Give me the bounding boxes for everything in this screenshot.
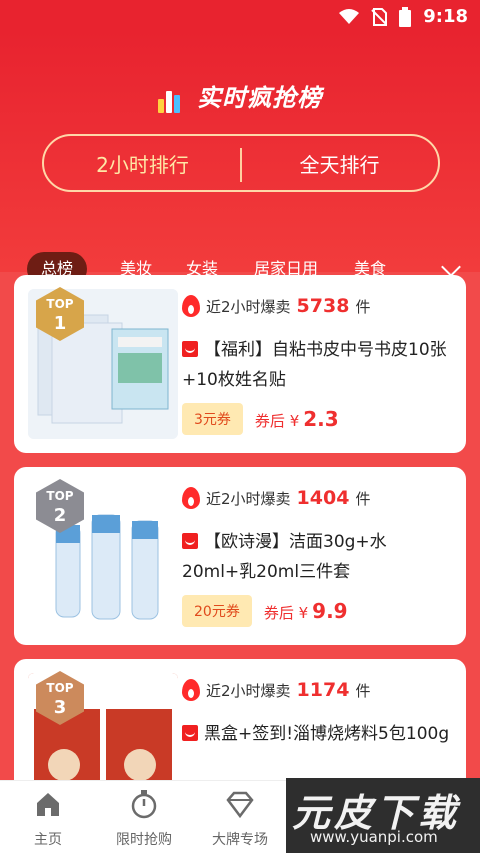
tab-home[interactable]: 主页 (0, 789, 96, 849)
fire-icon (182, 679, 200, 701)
sales-count: 1174 (296, 679, 350, 701)
coupon-badge[interactable]: 3元券 (182, 403, 243, 435)
coupon-badge[interactable]: 20元券 (182, 595, 252, 627)
tab-flash-sale[interactable]: 限时抢购 (96, 789, 192, 849)
product-title[interactable]: 黑盒+签到!淄博烧烤料5包100g (182, 719, 452, 749)
shop-bag-icon (182, 533, 198, 549)
product-card[interactable]: TOP 3 近2小时爆卖 1174 件 黑盒+签到!淄博烧烤料5包100g (14, 659, 466, 780)
product-card[interactable]: TOP 1 近2小时爆卖 5738 件 【福利】自粘书皮中号书皮10张+10枚姓… (14, 275, 466, 453)
after-coupon-label: 券后 (263, 604, 294, 622)
fire-icon (182, 487, 200, 509)
price-row: 20元券 券后 ¥9.9 (182, 595, 348, 627)
sales-unit: 件 (355, 681, 371, 700)
tab-brand-special[interactable]: 大牌专场 (192, 789, 288, 849)
no-sim-icon (371, 7, 388, 26)
shop-bag-icon (182, 725, 198, 741)
stopwatch-icon (131, 790, 157, 819)
price-value: 2.3 (303, 407, 339, 431)
diamond-icon (226, 791, 254, 819)
product-list: TOP 1 近2小时爆卖 5738 件 【福利】自粘书皮中号书皮10张+10枚姓… (0, 272, 480, 780)
hero-header: 实时疯抢榜 2小时排行 全天排行 总榜 美妆 女装 居家日用 美食 (0, 32, 480, 286)
chart-bars-icon (157, 85, 182, 113)
after-coupon-price: 券后 ¥9.9 (264, 599, 348, 623)
badge-top-label: TOP (46, 297, 74, 311)
badge-rank-number: 2 (53, 505, 67, 526)
sales-info: 近2小时爆卖 1404 件 (182, 487, 370, 509)
sales-prefix: 近2小时爆卖 (206, 297, 291, 316)
rank-badge: TOP 3 (36, 671, 84, 725)
product-title[interactable]: 【福利】自粘书皮中号书皮10张+10枚姓名贴 (182, 335, 452, 395)
status-time: 9:18 (423, 6, 468, 27)
product-title-text: 【福利】自粘书皮中号书皮10张+10枚姓名贴 (182, 340, 447, 390)
shop-bag-icon (182, 341, 198, 357)
status-bar: 9:18 (0, 0, 480, 32)
status-icons: 9:18 (339, 6, 468, 27)
sales-count: 5738 (296, 295, 350, 317)
currency-symbol: ¥ (289, 412, 300, 430)
fire-icon (182, 295, 200, 317)
page-title: 实时疯抢榜 (0, 78, 480, 113)
price-value: 9.9 (312, 599, 348, 623)
watermark-url: www.yuanpi.com (310, 828, 438, 846)
price-row: 3元券 券后 ¥2.3 (182, 403, 339, 435)
badge-top-label: TOP (46, 489, 74, 503)
sales-info: 近2小时爆卖 1174 件 (182, 679, 370, 701)
product-title-text: 黑盒+签到!淄博烧烤料5包100g (204, 724, 450, 744)
after-coupon-label: 券后 (254, 412, 285, 430)
rank-badge: TOP 1 (36, 287, 84, 341)
ranking-segmented-control: 2小时排行 全天排行 (42, 134, 440, 192)
sales-unit: 件 (355, 489, 371, 508)
tab-brand-special-label: 大牌专场 (212, 832, 268, 848)
sales-prefix: 近2小时爆卖 (206, 681, 291, 700)
after-coupon-price: 券后 ¥2.3 (255, 407, 339, 431)
wifi-icon (339, 8, 360, 24)
page-title-text: 实时疯抢榜 (197, 84, 323, 112)
product-title[interactable]: 【欧诗漫】洁面30g+水20ml+乳20ml三件套 (182, 527, 452, 587)
segment-divider (240, 148, 242, 182)
badge-rank-number: 1 (53, 313, 67, 334)
rank-badge: TOP 2 (36, 479, 84, 533)
home-icon (37, 793, 59, 816)
tab-all-day-ranking[interactable]: 全天排行 (241, 136, 438, 190)
tab-flash-sale-label: 限时抢购 (116, 832, 172, 848)
badge-top-label: TOP (46, 681, 74, 695)
product-card[interactable]: TOP 2 近2小时爆卖 1404 件 【欧诗漫】洁面30g+水20ml+乳20… (14, 467, 466, 645)
battery-icon (399, 6, 412, 27)
sales-count: 1404 (296, 487, 350, 509)
sales-info: 近2小时爆卖 5738 件 (182, 295, 370, 317)
currency-symbol: ¥ (298, 604, 309, 622)
sales-unit: 件 (355, 297, 371, 316)
tab-home-label: 主页 (34, 832, 62, 848)
watermark-logo: 元皮下载 www.yuanpi.com (286, 778, 480, 853)
tab-2-hour-ranking[interactable]: 2小时排行 (44, 136, 241, 190)
badge-rank-number: 3 (53, 697, 67, 718)
product-title-text: 【欧诗漫】洁面30g+水20ml+乳20ml三件套 (182, 532, 387, 582)
sales-prefix: 近2小时爆卖 (206, 489, 291, 508)
